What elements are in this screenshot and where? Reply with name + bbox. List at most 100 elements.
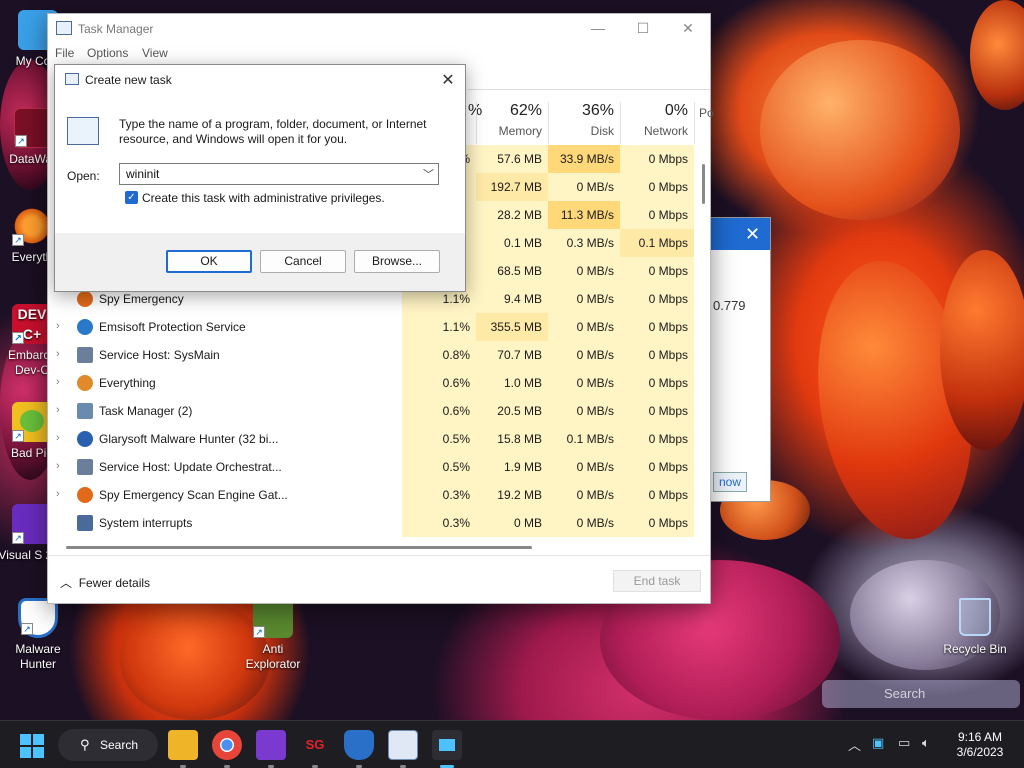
vertical-scrollbar[interactable] (702, 164, 705, 204)
table-row[interactable]: › Service Host: Update Orchestrat... 0.5% 1… (48, 453, 712, 481)
background-dialog: ✕ 0.779 now (708, 217, 771, 502)
maximize-button[interactable]: ☐ (633, 20, 653, 37)
table-row[interactable]: › Task Manager (2) 0.6% 20.5 MB 0 MB/s 0 Mbps (48, 397, 712, 425)
cpu-cell: 0.3% (402, 481, 476, 509)
column-header-memory[interactable]: 62% Memory (476, 102, 548, 144)
task-manager-icon[interactable] (388, 730, 418, 760)
taskbar-search[interactable]: ⚲ Search (58, 729, 158, 761)
memory-cell: 20.5 MB (476, 397, 548, 425)
background-dialog-button[interactable]: now (713, 472, 747, 492)
network-cell: 0 Mbps (620, 369, 694, 397)
disk-cell: 11.3 MB/s (548, 201, 620, 229)
minimize-button[interactable]: — (588, 20, 608, 36)
table-row[interactable]: › Spy Emergency Scan Engine Gat... 0.3% 19.… (48, 481, 712, 509)
end-task-button[interactable]: End task (613, 570, 701, 592)
tab-separator (468, 89, 710, 90)
taskbar: ⚲ Search SG ︿ ▣ ▭ 🔈︎ 9:16 AM 3/6/2023 (0, 720, 1024, 768)
column-header-cpu[interactable]: % (468, 102, 482, 144)
memory-cell: 9.4 MB (476, 285, 548, 313)
desktop-icon-malware-hunter[interactable]: ↗ Malware Hunter (0, 598, 76, 672)
browse-button[interactable]: Browse... (354, 250, 440, 273)
wallpaper-blob (940, 250, 1024, 450)
dialog-titlebar[interactable]: Create new task ✕ (55, 65, 465, 95)
chevron-right-icon[interactable]: › (56, 432, 60, 444)
wallpaper-blob (970, 0, 1024, 110)
open-combobox[interactable]: wininit ﹀ (119, 163, 439, 185)
chevron-right-icon[interactable]: › (56, 348, 60, 360)
spy-emergency-icon[interactable]: SG (300, 730, 330, 760)
network-cell: 0 Mbps (620, 425, 694, 453)
visual-studio-icon[interactable] (256, 730, 286, 760)
chevron-right-icon[interactable]: › (56, 460, 60, 472)
network-icon[interactable]: ▭ (898, 735, 910, 751)
process-icon (77, 459, 93, 475)
clock-time: 9:16 AM (957, 730, 1003, 744)
visual-studio-icon: ↗ (12, 504, 52, 544)
network-cell: 0 Mbps (620, 173, 694, 201)
dialog-title: Create new task (85, 73, 172, 87)
cancel-button[interactable]: Cancel (260, 250, 346, 273)
column-header-label: Disk (590, 124, 614, 138)
open-input-value[interactable]: wininit (126, 167, 159, 181)
table-row[interactable]: › Glarysoft Malware Hunter (32 bi... 0.5% 1… (48, 425, 712, 453)
desktop-icon-recycle-bin[interactable]: Recycle Bin (942, 598, 1008, 656)
column-header-power[interactable]: Po (694, 102, 714, 144)
disk-cell: 0.3 MB/s (548, 229, 620, 257)
clock[interactable]: 9:16 AM 3/6/2023 (945, 730, 1015, 760)
chevron-right-icon[interactable]: › (56, 488, 60, 500)
memory-cell: 0 MB (476, 509, 548, 537)
desktop-icon-anti-explorator[interactable]: ↗ Anti Explorator (235, 598, 311, 672)
ok-button[interactable]: OK (166, 250, 252, 273)
file-explorer-icon[interactable] (168, 730, 198, 760)
dialog-close-button[interactable]: ✕ (439, 70, 457, 90)
dialog-description: Type the name of a program, folder, docu… (119, 117, 427, 146)
active-app-icon[interactable] (432, 730, 462, 760)
fewer-details-button[interactable]: ︿ Fewer details (60, 574, 150, 591)
admin-checkbox[interactable]: ✓ (125, 191, 138, 204)
chevron-down-icon[interactable]: ﹀ (423, 166, 434, 182)
close-button[interactable]: ✕ (678, 20, 698, 37)
desktop-icon-label: Anti Explorator (245, 642, 301, 671)
table-row[interactable]: › Everything 0.6% 1.0 MB 0 MB/s 0 Mbps (48, 369, 712, 397)
admin-checkbox-label[interactable]: Create this task with administrative pri… (142, 191, 385, 205)
menu-file[interactable]: File (55, 46, 74, 60)
malware-hunter-icon[interactable] (344, 730, 374, 760)
cpu-cell: 1.1% (402, 313, 476, 341)
column-header-label: Network (643, 124, 688, 138)
table-row[interactable]: System interrupts 0.3% 0 MB 0 MB/s 0 Mbps (48, 509, 712, 537)
windows-logo-icon (20, 734, 31, 745)
cpu-cell: 0.5% (402, 453, 476, 481)
process-name: Task Manager (2) (99, 404, 193, 418)
disk-cell: 0 MB/s (548, 341, 620, 369)
window-title: Task Manager (78, 22, 154, 36)
process-icon (77, 375, 93, 391)
chrome-icon[interactable] (212, 730, 242, 760)
chevron-right-icon[interactable]: › (56, 376, 60, 388)
network-cell: 0 Mbps (620, 341, 694, 369)
horizontal-scrollbar[interactable] (66, 546, 532, 549)
memory-cell: 68.5 MB (476, 257, 548, 285)
volume-icon[interactable]: 🔈︎ (922, 735, 930, 751)
run-icon (65, 73, 79, 85)
menu-view[interactable]: View (142, 46, 168, 60)
menu-options[interactable]: Options (87, 46, 128, 60)
column-header-network[interactable]: 0% Network (620, 102, 694, 144)
recycle-bin-icon (959, 598, 991, 636)
chevron-right-icon[interactable]: › (56, 320, 60, 332)
disk-cell: 0 MB/s (548, 285, 620, 313)
network-cell: 0 Mbps (620, 481, 694, 509)
table-row[interactable]: › Service Host: SysMain 0.8% 70.7 MB 0 MB/s 0… (48, 341, 712, 369)
start-button[interactable] (20, 734, 44, 758)
task-manager-titlebar[interactable]: Task Manager — ☐ ✕ (48, 14, 710, 44)
cpu-cell: 0.8% (402, 341, 476, 369)
process-icon (77, 403, 93, 419)
chevron-right-icon[interactable]: › (56, 404, 60, 416)
desktop-search-widget[interactable]: Search (822, 680, 1020, 708)
close-icon[interactable]: ✕ (745, 224, 760, 245)
chevron-up-icon[interactable]: ︿ (848, 735, 861, 754)
column-header-disk[interactable]: 36% Disk (548, 102, 620, 144)
table-row[interactable]: › Emsisoft Protection Service 1.1% 355.5 MB… (48, 313, 712, 341)
tray-app-icon[interactable]: ▣ (872, 735, 884, 751)
process-icon (77, 347, 93, 363)
process-name: System interrupts (99, 516, 193, 530)
